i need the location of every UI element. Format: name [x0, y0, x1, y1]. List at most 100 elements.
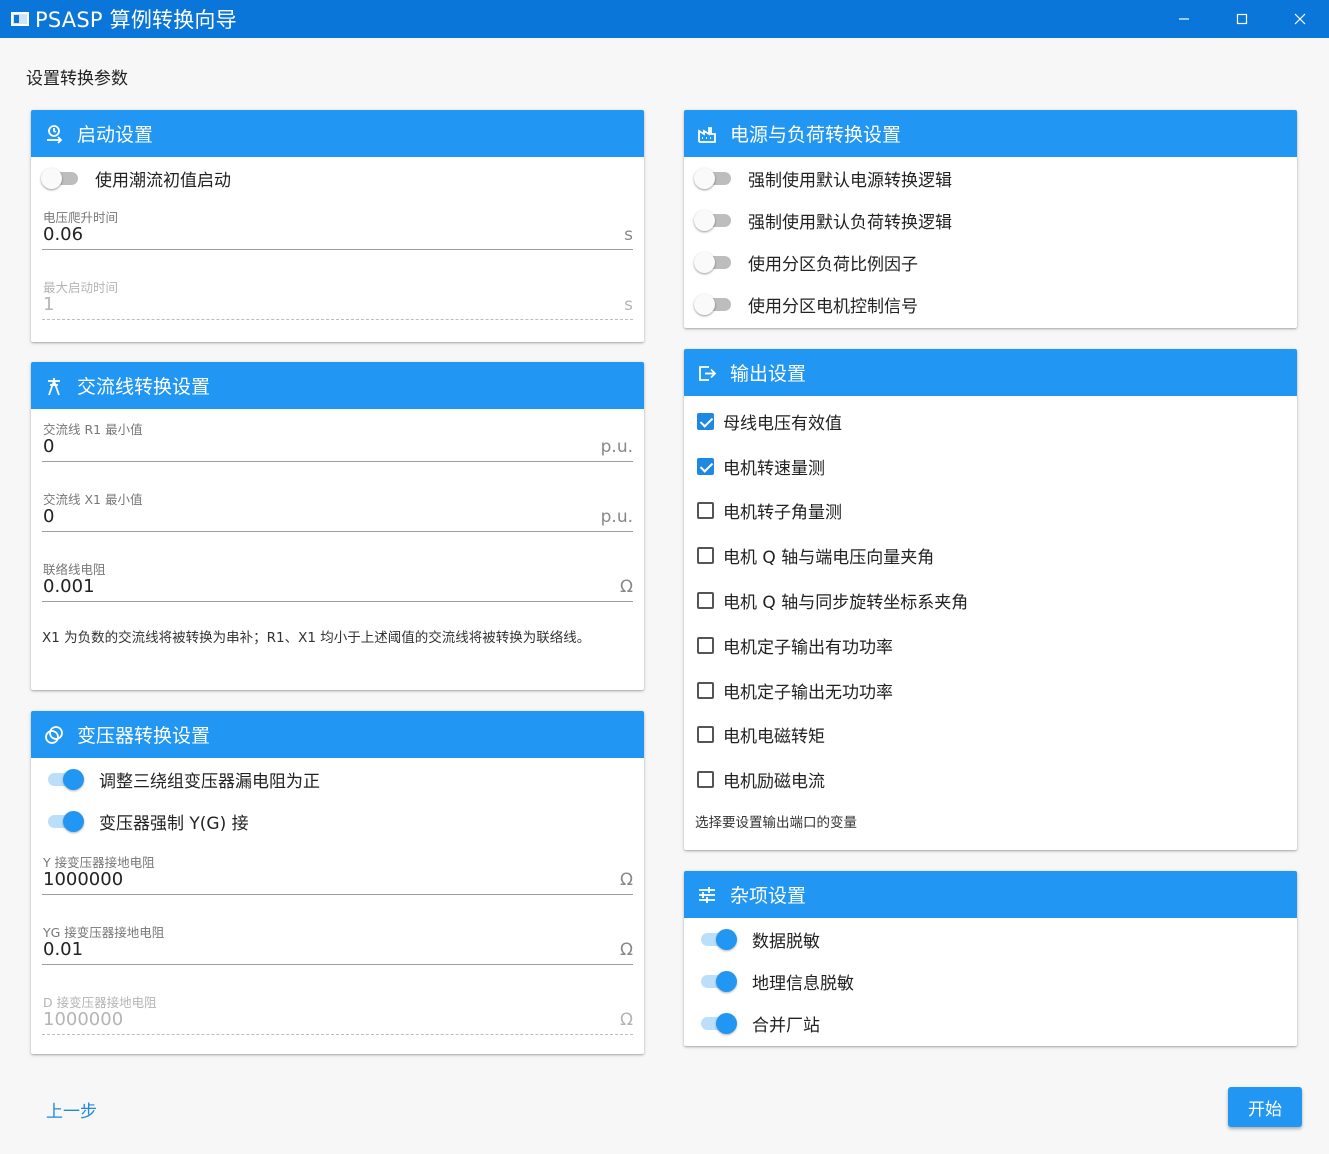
x1-min-label: 交流线 X1 最小值: [43, 492, 143, 507]
output-option-label: 电机 Q 轴与同步旋转坐标系夹角: [723, 593, 969, 614]
output-option-checkbox[interactable]: [697, 547, 714, 565]
output-option-row[interactable]: 电机转速量测: [684, 444, 1297, 489]
output-option-label: 母线电压有效值: [723, 413, 842, 434]
x1-min-field[interactable]: 交流线 X1 最小值 0 p.u.: [42, 479, 633, 549]
default-load-logic-row[interactable]: 强制使用默认负荷转换逻辑: [684, 199, 1297, 241]
output-option-row[interactable]: 电机 Q 轴与端电压向量夹角: [684, 533, 1297, 578]
default-source-logic-row[interactable]: 强制使用默认电源转换逻辑: [684, 157, 1297, 199]
data-desensitize-row[interactable]: 数据脱敏: [684, 918, 1297, 960]
force-yg-toggle-row[interactable]: 变压器强制 Y(G) 接: [31, 800, 644, 842]
minimize-button[interactable]: [1155, 0, 1213, 38]
output-checklist: 母线电压有效值 电机转速量测 电机转子角量测电机 Q 轴与端电压向量夹角电机 Q 轴…: [684, 396, 1297, 802]
output-option-label: 电机转子角量测: [723, 503, 842, 524]
output-option-row[interactable]: 电机电磁转矩: [684, 713, 1297, 758]
acline-card-header: 交流线转换设置: [31, 362, 644, 409]
startup-card-header: 启动设置: [31, 110, 644, 157]
tie-resistance-field[interactable]: 联络线电阻 0.001 Ω: [42, 549, 633, 619]
d-ground-resistance-input: 1000000: [43, 1009, 124, 1030]
misc-card-header: 杂项设置: [684, 871, 1297, 918]
x1-min-input[interactable]: 0: [43, 506, 54, 527]
force-yg-switch[interactable]: [45, 810, 87, 832]
output-option-checkbox[interactable]: [697, 636, 714, 654]
window-controls: [1155, 0, 1329, 38]
transformer-card: 变压器转换设置 调整三绕组变压器漏电阻为正 变压器强制 Y(G) 接 Y 接变压…: [31, 711, 644, 1054]
flow-init-switch[interactable]: [41, 167, 83, 189]
r1-min-field[interactable]: 交流线 R1 最小值 0 p.u.: [42, 409, 633, 479]
transformer-title: 变压器转换设置: [77, 725, 211, 747]
y-ground-resistance-unit: Ω: [620, 870, 633, 890]
zone-load-factor-row[interactable]: 使用分区负荷比例因子: [684, 241, 1297, 283]
yg-ground-resistance-field[interactable]: YG 接变压器接地电阻 0.01 Ω: [42, 912, 633, 982]
output-option-checkbox[interactable]: [697, 681, 714, 699]
output-option-checkbox[interactable]: [697, 412, 714, 430]
output-option-row[interactable]: 电机定子输出有功功率: [684, 623, 1297, 668]
startup-card: 启动设置 使用潮流初值启动 电压爬升时间 0.06 s 最大启动时间 1 s: [31, 110, 644, 342]
x1-min-unit: p.u.: [600, 507, 633, 527]
merge-station-switch[interactable]: [698, 1012, 740, 1034]
data-desensitize-label: 数据脱敏: [752, 931, 820, 952]
sliders-icon: [696, 884, 718, 906]
output-option-checkbox[interactable]: [697, 771, 714, 789]
app-icon: [11, 12, 29, 26]
ramp-time-field[interactable]: 电压爬升时间 0.06 s: [42, 197, 633, 267]
export-icon: [696, 362, 718, 384]
data-desensitize-switch[interactable]: [698, 928, 740, 950]
force-yg-label: 变压器强制 Y(G) 接: [99, 813, 249, 834]
output-card-header: 输出设置: [684, 349, 1297, 396]
r1-min-input[interactable]: 0: [43, 436, 54, 457]
zone-motor-signal-row[interactable]: 使用分区电机控制信号: [684, 283, 1297, 325]
tie-resistance-input[interactable]: 0.001: [43, 576, 95, 597]
output-option-checkbox[interactable]: [697, 592, 714, 610]
flow-init-toggle-row[interactable]: 使用潮流初值启动: [31, 157, 644, 199]
merge-station-row[interactable]: 合并厂站: [684, 1002, 1297, 1044]
previous-button[interactable]: 上一步: [46, 1097, 97, 1122]
default-load-logic-switch[interactable]: [694, 209, 736, 231]
output-option-row[interactable]: 电机励磁电流: [684, 757, 1297, 802]
output-option-checkbox[interactable]: [697, 457, 714, 475]
zone-load-factor-label: 使用分区负荷比例因子: [748, 254, 918, 275]
output-option-row[interactable]: 电机 Q 轴与同步旋转坐标系夹角: [684, 578, 1297, 623]
merge-station-label: 合并厂站: [752, 1015, 820, 1036]
power-load-card: 电源与负荷转换设置 强制使用默认电源转换逻辑 强制使用默认负荷转换逻辑 使用分区…: [684, 110, 1297, 328]
output-option-row[interactable]: 母线电压有效值: [684, 399, 1297, 444]
acline-note: X1 为负数的交流线将被转换为串补；R1、X1 均小于上述阈值的交流线将被转换为…: [42, 630, 591, 646]
start-button[interactable]: 开始: [1228, 1087, 1302, 1127]
output-card: 输出设置 母线电压有效值 电机转速量测 电机转子角量测 电机 Q 轴与端电压向量夹角电…: [684, 349, 1297, 850]
tie-resistance-unit: Ω: [620, 577, 633, 597]
output-option-label: 电机定子输出有功功率: [723, 637, 893, 658]
startup-icon: [43, 123, 65, 145]
output-option-label: 电机励磁电流: [723, 772, 825, 793]
title-bar: PSASP 算例转换向导: [0, 0, 1329, 38]
yg-ground-resistance-input[interactable]: 0.01: [43, 939, 83, 960]
misc-title: 杂项设置: [730, 885, 807, 907]
three-winding-toggle-row[interactable]: 调整三绕组变压器漏电阻为正: [31, 758, 644, 800]
default-load-logic-label: 强制使用默认负荷转换逻辑: [748, 212, 952, 233]
output-option-row[interactable]: 电机定子输出无功功率: [684, 668, 1297, 713]
zone-motor-signal-switch[interactable]: [694, 293, 736, 315]
transformer-icon: [43, 724, 65, 746]
acline-card: 交流线转换设置 交流线 R1 最小值 0 p.u. 交流线 X1 最小值 0 p…: [31, 362, 644, 690]
geo-desensitize-switch[interactable]: [698, 970, 740, 992]
geo-desensitize-label: 地理信息脱敏: [752, 973, 854, 994]
default-source-logic-switch[interactable]: [694, 167, 736, 189]
y-ground-resistance-input[interactable]: 1000000: [43, 869, 123, 890]
output-option-checkbox[interactable]: [697, 502, 714, 520]
output-option-label: 电机转速量测: [723, 458, 825, 479]
acline-title: 交流线转换设置: [77, 376, 211, 398]
zone-load-factor-switch[interactable]: [694, 251, 736, 273]
output-option-checkbox[interactable]: [697, 726, 714, 744]
ramp-time-input[interactable]: 0.06: [43, 224, 83, 245]
close-button[interactable]: [1271, 0, 1329, 38]
y-ground-resistance-field[interactable]: Y 接变压器接地电阻 1000000 Ω: [42, 842, 633, 912]
close-icon: [1294, 13, 1306, 25]
maximize-icon: [1236, 13, 1248, 25]
default-source-logic-label: 强制使用默认电源转换逻辑: [748, 170, 952, 191]
output-title: 输出设置: [730, 363, 807, 385]
three-winding-switch[interactable]: [45, 768, 87, 790]
r1-min-label: 交流线 R1 最小值: [43, 422, 143, 437]
maximize-button[interactable]: [1213, 0, 1271, 38]
geo-desensitize-row[interactable]: 地理信息脱敏: [684, 960, 1297, 1002]
power-load-title: 电源与负荷转换设置: [730, 124, 902, 146]
transformer-card-header: 变压器转换设置: [31, 711, 644, 758]
output-option-row[interactable]: 电机转子角量测: [684, 489, 1297, 534]
